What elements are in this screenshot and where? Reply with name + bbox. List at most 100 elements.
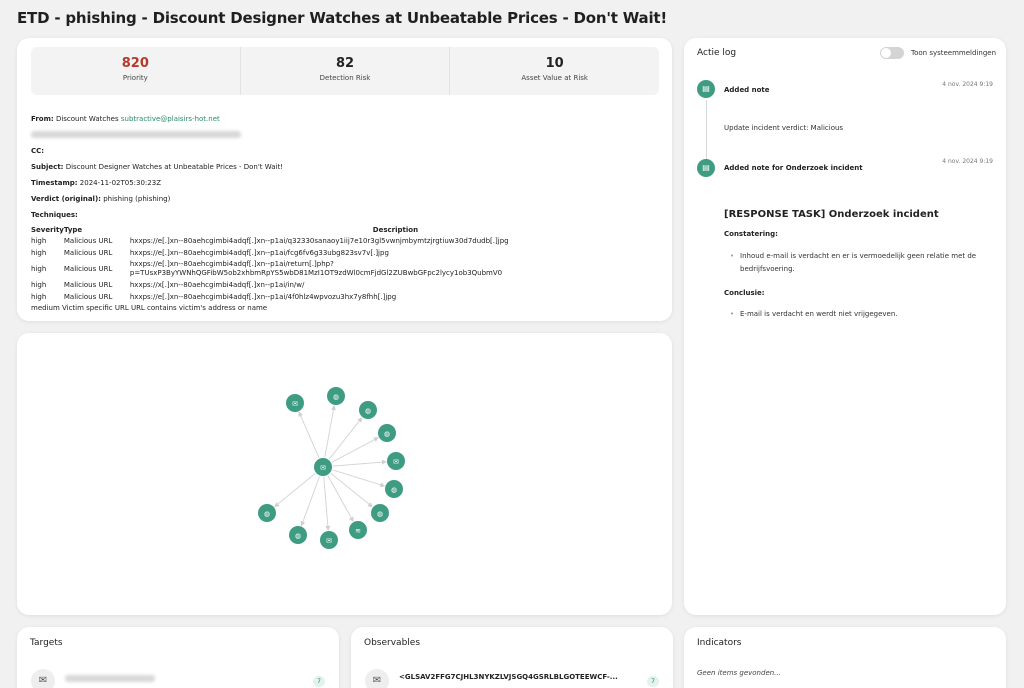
conclusie-label: Conclusie: [724,289,765,297]
to-field-redacted [31,131,661,147]
description-cell: hxxps://e[.]xn--80aehcgimbi4adqf[.]xn--p… [129,248,389,257]
svg-text:◍: ◍ [365,407,371,415]
graph-node-globe-icon[interactable]: ◍ [289,526,307,544]
timeline-line [706,100,707,160]
description-cell: hxxps://e[.]xn--80aehcgimbi4adqf[.]xn--p… [130,259,661,279]
system-messages-toggle-label: Toon systeemmeldingen [911,49,997,57]
graph-edge [330,472,373,508]
note-icon: ▤ [697,159,715,177]
indicators-empty-text: Geen items gevonden... [697,669,781,677]
severity-cell: high [31,264,47,273]
stat-asset-value: 10 Asset Value at Risk [450,47,659,95]
from-address-link[interactable]: subtractive@plaisirs-hot.net [121,115,220,123]
subject-field: Subject: Discount Designer Watches at Un… [31,163,661,179]
graph-node-globe-icon[interactable]: ◍ [258,504,276,522]
graph-node-mail-icon[interactable]: ✉ [320,531,338,549]
techniques-label: Techniques: [31,211,78,219]
from-field: From: Discount Watches subtractive@plais… [31,115,661,131]
log-entry-date: 4 nov. 2024 9:19 [942,81,993,88]
type-cell: Malicious URL [63,280,113,289]
response-task-title: [RESPONSE TASK] Onderzoek incident [724,209,939,220]
email-body: From: Discount Watches subtractive@plais… [31,115,661,312]
observables-card: Observables ✉ <GLSAV2FFG7CJHL3NYKZLVJSGQ… [351,627,673,688]
techniques-table: Severity Type Description high Malicious… [31,225,661,303]
action-log-title: Actie log [697,48,737,58]
conclusie-text: E-mail is verdacht en werdt niet vrijgeg… [730,308,980,321]
asset-value-value: 10 [545,56,564,71]
graph-edge [332,469,386,488]
graph-node-globe-icon[interactable]: ◍ [327,387,345,405]
detection-risk-label: Detection Risk [319,74,371,82]
detection-risk-value: 82 [335,56,355,71]
svg-text:◍: ◍ [391,486,397,494]
table-row: high Malicious URL hxxps://e[.]xn--80aeh… [31,259,661,279]
indicators-title: Indicators [697,638,742,648]
constatering-label: Constatering: [724,230,778,238]
stat-priority: 820 Priority [31,47,241,95]
svg-text:≋: ≋ [355,527,361,535]
graph-edge [298,411,320,459]
severity-cell: high [31,248,47,257]
verdict-label: Verdict (original): [31,195,101,203]
type-cell: Malicious URL [63,264,113,273]
graph-node-globe-icon[interactable]: ◍ [371,504,389,522]
graph-node-globe-icon[interactable]: ◍ [378,424,396,442]
targets-card: Targets ✉ 7 [17,627,339,688]
email-details-card: 820 Priority 82 Detection Risk 10 Asset … [17,38,672,321]
stat-detection-risk: 82 Detection Risk [241,47,451,95]
subject-value: Discount Designer Watches at Unbeatable … [65,163,283,171]
from-name: Discount Watches [55,115,119,123]
table-row: high Malicious URL hxxps://e[.]xn--80aeh… [31,291,661,303]
timestamp-label: Timestamp: [31,179,78,187]
from-label: From: [31,115,54,123]
targets-title: Targets [30,638,63,648]
system-messages-toggle[interactable] [880,47,904,59]
severity-cell: high [31,280,47,289]
redacted-target [65,675,155,682]
relation-graph[interactable]: ✉ ✉ ◍ ◍ ◍ ✉ ◍ ◍ ≋ ✉ ◍ ◍ [17,333,672,615]
table-row: high Malicious URL hxxps://x[.]xn--80aeh… [31,279,661,291]
graph-node-globe-icon[interactable]: ◍ [385,480,403,498]
graph-node-center-mail-icon[interactable]: ✉ [314,458,332,476]
type-cell: Malicious URL [63,236,113,245]
svg-text:✉: ✉ [320,464,326,472]
severity-cell: high [31,236,47,245]
graph-edge [327,475,354,522]
log-entry-text: Update incident verdict: Malicious [724,124,844,132]
cc-field: CC: [31,147,661,163]
description-cell: hxxps://e[.]xn--80aehcgimbi4adqf[.]xn--p… [129,236,509,245]
description-cell: hxxps://x[.]xn--80aehcgimbi4adqf[.]xn--p… [129,280,305,289]
graph-node-rss-icon[interactable]: ≋ [349,521,367,539]
verdict-field: Verdict (original): phishing (phishing) [31,195,661,211]
redacted-recipient [31,131,241,138]
graph-edge [328,417,363,460]
graph-node-globe-icon[interactable]: ◍ [359,401,377,419]
severity-header: Severity [31,226,64,234]
type-cell: Malicious URL [63,248,113,257]
svg-text:◍: ◍ [333,393,339,401]
action-log-panel: Actie log Toon systeemmeldingen ▤ Added … [684,38,1006,615]
svg-text:◍: ◍ [295,532,301,540]
timestamp-field: Timestamp: 2024-11-02T05:30:23Z [31,179,661,195]
timestamp-value: 2024-11-02T05:30:23Z [79,179,161,187]
target-count-badge: 7 [313,676,325,687]
observable-item[interactable]: <GLSAV2FFG7CJHL3NYKZLVJSGQ4GSRLBLGOTEEWC… [399,673,618,681]
graph-node-mail-icon[interactable]: ✉ [286,394,304,412]
svg-text:◍: ◍ [377,510,383,518]
priority-label: Priority [122,74,148,82]
cc-label: CC: [31,147,45,155]
techniques-header-row: Severity Type Description [31,225,661,235]
description-header: Description [372,226,419,234]
svg-text:◍: ◍ [264,510,270,518]
svg-text:✉: ✉ [292,400,298,408]
observable-count-badge: 7 [647,676,659,687]
note-icon: ▤ [697,80,715,98]
graph-node-mail-check-icon[interactable]: ✉ [387,452,405,470]
log-entry-title: Added note [724,86,770,94]
svg-text:✉: ✉ [393,458,399,466]
page-title: ETD - phishing - Discount Designer Watch… [17,9,668,27]
type-header: Type [63,226,83,234]
svg-text:◍: ◍ [384,430,390,438]
description-line: hxxps://e[.]xn--80aehcgimbi4adqf[.]xn--p… [129,260,334,268]
relation-graph-card[interactable]: ✉ ✉ ◍ ◍ ◍ ✉ ◍ ◍ ≋ ✉ ◍ ◍ [17,333,672,615]
